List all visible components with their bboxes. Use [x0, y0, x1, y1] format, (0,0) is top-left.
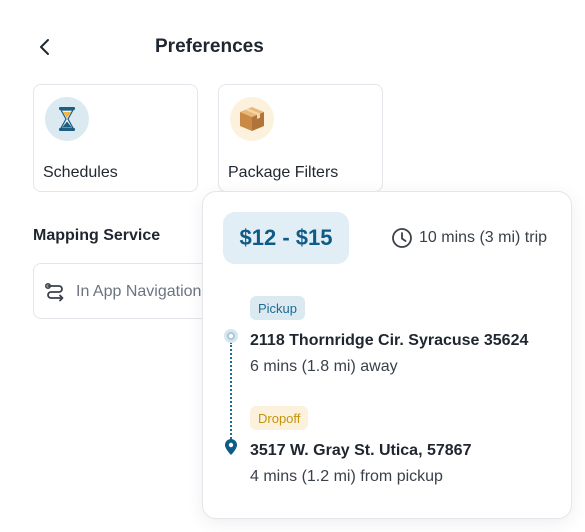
dropoff-eta: 4 mins (1.2 mi) from pickup	[250, 468, 443, 485]
back-button[interactable]	[34, 36, 56, 58]
route-line	[230, 342, 232, 442]
mapping-service-label: Mapping Service	[33, 227, 161, 244]
dropoff-pin-icon	[225, 439, 237, 455]
package-filters-card[interactable]: Package Filters	[218, 84, 383, 192]
dropoff-tag: Dropoff	[250, 406, 309, 430]
chevron-left-icon	[40, 39, 49, 55]
pickup-eta: 6 mins (1.8 mi) away	[250, 358, 398, 375]
dropoff-address: 3517 W. Gray St. Utica, 57867	[250, 442, 472, 459]
page-title: Preferences	[155, 36, 264, 57]
schedules-label: Schedules	[43, 164, 118, 181]
hourglass-icon	[45, 97, 89, 141]
schedules-card[interactable]: Schedules	[33, 84, 198, 192]
trip-duration-text: 10 mins (3 mi) trip	[419, 229, 548, 246]
price-range: $12 - $15	[223, 212, 349, 264]
pickup-address: 2118 Thornridge Cir. Syracuse 35624	[250, 332, 529, 349]
trip-duration: 10 mins (3 mi) trip	[391, 227, 547, 249]
pickup-marker-icon	[224, 329, 238, 343]
preferences-screen: Preferences Schedules Package Filters Ma…	[0, 0, 585, 532]
route-icon	[44, 282, 64, 302]
pickup-tag: Pickup	[250, 296, 306, 320]
clock-icon	[392, 228, 412, 248]
package-box-icon	[230, 97, 274, 141]
mapping-service-value: In App Navigation	[76, 283, 202, 300]
trip-offer-card[interactable]: $12 - $15 10 mins (3 mi) trip Pickup 211…	[202, 191, 572, 519]
package-filters-label: Package Filters	[228, 164, 339, 181]
